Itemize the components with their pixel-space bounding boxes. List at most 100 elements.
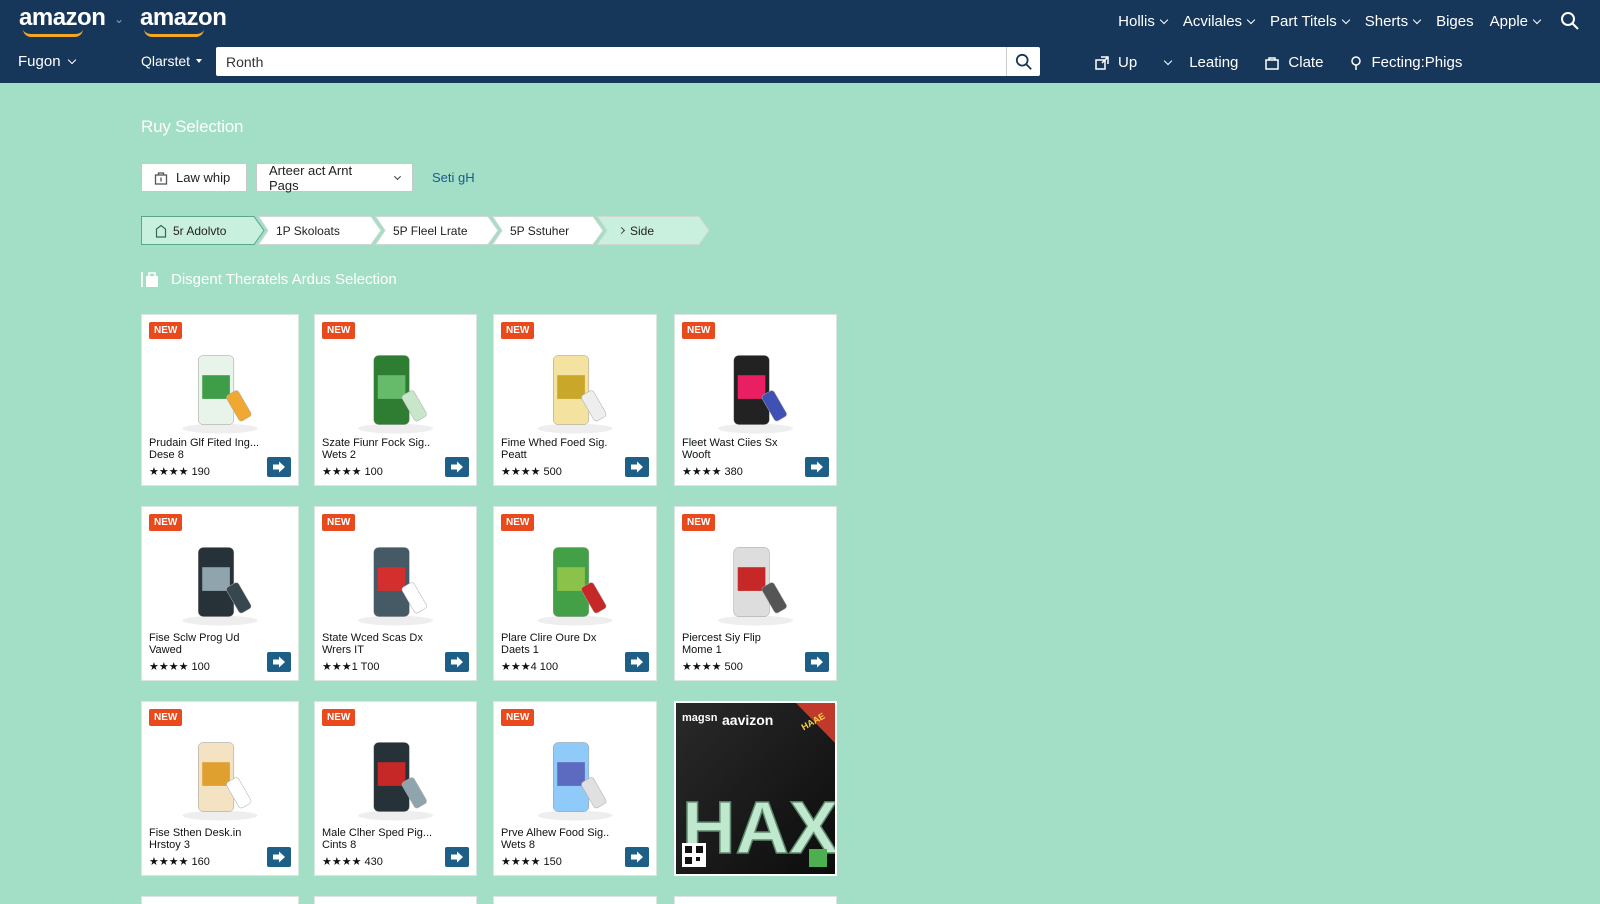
product-name[interactable]: Szate Fiunr Fock Sig.. Wets 2 — [322, 437, 450, 461]
add-to-cart-button[interactable] — [445, 457, 469, 477]
product-card[interactable]: NEW Piercest Siy Flip Mome 1 ★★★★ 500 — [674, 506, 837, 681]
review-count: 100 — [539, 661, 559, 673]
product-image — [537, 742, 613, 821]
add-to-cart-button[interactable] — [625, 847, 649, 867]
chevron-down-icon — [1246, 15, 1256, 24]
product-subtitle: Hrstoy 3 — [149, 839, 190, 851]
promo-ad-card[interactable]: magsn aavizon HAAE HAX — [674, 701, 837, 876]
product-card[interactable]: NEW Fleet Wast Ciies Sx Wooft ★★★★ 380 — [674, 314, 837, 486]
top-nav: Hollis Acvilales Part Titels Sherts Bige… — [1118, 0, 1542, 42]
top-nav-item-part-titels[interactable]: Part Titels — [1270, 13, 1350, 30]
settings-link[interactable]: Seti gH — [432, 170, 475, 185]
nav-label: Apple — [1489, 12, 1528, 30]
product-card[interactable]: NEW Szate Fiunr Fock Sig.. Wets 2 ★★★★ 100 — [314, 314, 477, 486]
chevron-down-icon[interactable] — [1163, 56, 1173, 66]
product-name[interactable]: Fise Sthen Desk.in Hrstoy 3 — [149, 827, 277, 851]
product-card[interactable] — [141, 896, 299, 904]
product-rating: ★★★★ 100 — [149, 660, 210, 673]
arrow-right-icon — [451, 461, 463, 473]
fecting-link[interactable]: Fecting:Phigs — [1349, 54, 1462, 71]
product-card[interactable]: NEW Plare Clire Oure Dx Daets 1 ★★★4 100 — [493, 506, 657, 681]
product-name[interactable]: Fleet Wast Ciies Sx Wooft — [682, 437, 810, 461]
category-select[interactable]: Qlarstet — [141, 53, 203, 69]
breadcrumb-step-5[interactable]: Side — [597, 216, 710, 245]
star-rating-icon: ★★★★ — [682, 466, 722, 478]
product-name[interactable]: Prve Alhew Food Sig.. Wets 8 — [501, 827, 629, 851]
product-card[interactable]: NEW Prudain Glf Fited Ing... Dese 8 ★★★★ 19… — [141, 314, 299, 486]
product-name[interactable]: Piercest Siy Flip Mome 1 — [682, 632, 810, 656]
search-icon[interactable] — [1560, 11, 1580, 31]
top-nav-item-sherts[interactable]: Sherts — [1364, 12, 1422, 30]
sort-dropdown[interactable]: Arteer act Arnt Pags — [256, 163, 413, 193]
nav-label: Acvilales — [1182, 12, 1243, 30]
product-rating: ★★★★ 190 — [149, 465, 210, 478]
chevron-down-icon — [1341, 15, 1350, 24]
chevron-down-icon — [67, 55, 76, 65]
breadcrumb-text: 5P Sstuher — [510, 223, 570, 238]
location-selector[interactable]: Fugon — [18, 53, 76, 70]
product-card[interactable]: NEW Fime Whed Foed Sig. Peatt ★★★★ 500 — [493, 314, 657, 486]
amazon-logo[interactable]: amazon — [19, 4, 106, 37]
product-card[interactable]: NEW Fise Sthen Desk.in Hrstoy 3 ★★★★ 160 — [141, 701, 299, 876]
breadcrumb-label: 5P Fleel Lrate — [393, 224, 468, 238]
clate-link[interactable]: Clate — [1264, 54, 1323, 71]
add-to-cart-button[interactable] — [445, 652, 469, 672]
product-card[interactable]: NEW Fise Sclw Prog Ud Vawed ★★★★ 100 — [141, 506, 299, 681]
add-to-cart-button[interactable] — [267, 847, 291, 867]
product-card[interactable]: NEW Prve Alhew Food Sig.. Wets 8 ★★★★ 150 — [493, 701, 657, 876]
top-nav-item-acvilales[interactable]: Acvilales — [1182, 12, 1256, 30]
add-to-cart-button[interactable] — [445, 847, 469, 867]
breadcrumb-step-1[interactable]: 5r Adolvto — [141, 216, 265, 245]
product-title: State Wced Scas Dx — [322, 632, 423, 644]
add-to-cart-button[interactable] — [267, 652, 291, 672]
top-nav-item-biges[interactable]: Biges — [1436, 13, 1474, 30]
button-label: Law whip — [176, 170, 231, 185]
nav-label: Sherts — [1364, 12, 1409, 30]
amazon-logo-secondary[interactable]: amazon — [140, 4, 227, 37]
add-to-cart-button[interactable] — [805, 652, 829, 672]
top-header: amazon ⌄ amazon Hollis Acvilales Part Ti… — [0, 0, 1600, 83]
breadcrumb-step-3[interactable]: 5P Fleel Lrate — [375, 216, 499, 245]
new-badge: NEW — [682, 514, 716, 531]
product-image — [537, 547, 613, 626]
product-image — [357, 547, 434, 626]
product-name[interactable]: Fime Whed Foed Sig. Peatt — [501, 437, 629, 461]
review-count: 500 — [543, 466, 562, 478]
category-label: Qlarstet — [141, 53, 191, 69]
product-card[interactable] — [314, 896, 477, 904]
product-title: Fise Sclw Prog Ud — [149, 632, 240, 644]
chevron-down-icon — [1159, 15, 1169, 24]
ad-brand-left: magsn — [682, 712, 718, 724]
product-name[interactable]: State Wced Scas Dx Wrers IT — [322, 632, 450, 656]
location-pin-icon — [1351, 55, 1362, 70]
up-link[interactable]: Up — [1094, 54, 1137, 71]
fecting-label: Fecting:Phigs — [1371, 54, 1463, 71]
breadcrumb-label: 5P Sstuher — [510, 224, 569, 238]
add-to-cart-button[interactable] — [805, 457, 829, 477]
product-name[interactable]: Fise Sclw Prog Ud Vawed — [149, 632, 277, 656]
arrow-right-icon — [451, 851, 463, 863]
product-name[interactable]: Plare Clire Oure Dx Daets 1 — [501, 632, 629, 656]
add-to-cart-button[interactable] — [625, 652, 649, 672]
chevron-down-icon[interactable]: ⌄ — [114, 12, 124, 26]
search-button[interactable] — [1006, 47, 1040, 76]
chevron-down-icon — [1532, 15, 1542, 24]
add-to-cart-button[interactable] — [267, 457, 291, 477]
external-link-icon — [1095, 55, 1109, 70]
breadcrumb-step-2[interactable]: 1P Skoloats — [258, 216, 382, 245]
top-nav-item-hollis[interactable]: Hollis — [1118, 13, 1169, 30]
product-name[interactable]: Male Clher Sped Pig... Cints 8 — [322, 827, 450, 851]
product-card[interactable] — [674, 896, 837, 904]
product-card[interactable]: NEW State Wced Scas Dx Wrers IT ★★★1 T00 — [314, 506, 477, 681]
law-whip-button[interactable]: Law whip — [141, 163, 247, 192]
breadcrumb-label: 5r Adolvto — [155, 224, 226, 238]
breadcrumb-text: 1P Skoloats — [276, 223, 340, 238]
top-nav-item-apple[interactable]: Apple — [1489, 12, 1542, 30]
leating-link[interactable]: Leating — [1189, 54, 1238, 71]
product-name[interactable]: Prudain Glf Fited Ing... Dese 8 — [149, 437, 277, 461]
product-card[interactable] — [493, 896, 657, 904]
breadcrumb-step-4[interactable]: 5P Sstuher — [492, 216, 604, 245]
search-input[interactable] — [216, 47, 1006, 76]
add-to-cart-button[interactable] — [625, 457, 649, 477]
product-card[interactable]: NEW Male Clher Sped Pig... Cints 8 ★★★★ 430 — [314, 701, 477, 876]
